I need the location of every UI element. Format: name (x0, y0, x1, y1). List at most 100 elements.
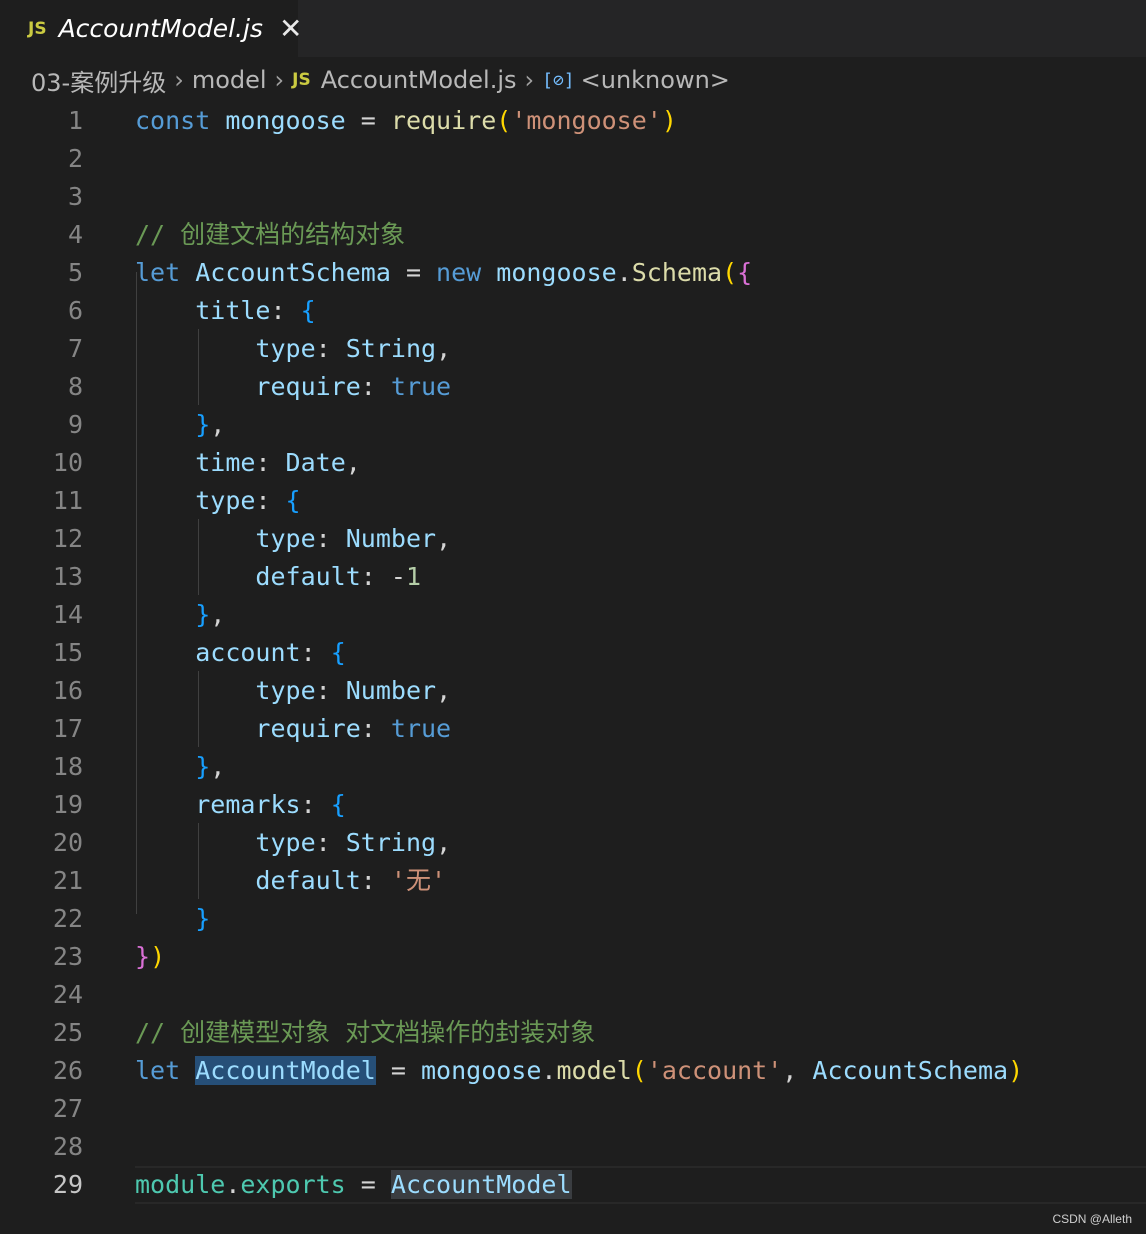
code-token: AccountSchema (812, 1056, 1009, 1085)
code-token: , (345, 448, 361, 477)
code-token: module (135, 1170, 226, 1199)
breadcrumb: 03-案例升级 › model › JS AccountModel.js › [… (0, 57, 1146, 103)
code-token: Number (345, 524, 437, 553)
code-line[interactable]: 29 module.exports = AccountModel (0, 1166, 1146, 1204)
code-token: = (345, 106, 391, 135)
code-line[interactable]: 3 (0, 178, 1146, 216)
line-number: 17 (52, 714, 83, 743)
tab-title: AccountModel.js (58, 14, 263, 43)
code-token: type (255, 828, 316, 857)
code-line[interactable]: 26 let AccountModel = mongoose.model('acc… (0, 1052, 1146, 1090)
code-text: account: { (135, 634, 346, 672)
tab-accountmodel[interactable]: JS AccountModel.js ✕ (0, 0, 302, 57)
code-token: } (135, 942, 151, 971)
code-line[interactable]: 19 remarks: { (0, 786, 1146, 824)
code-line[interactable]: 10 time: Date, (0, 444, 1146, 482)
code-line[interactable]: 8 require: true (0, 368, 1146, 406)
code-line[interactable]: 15 account: { (0, 634, 1146, 672)
code-line[interactable]: 2 (0, 140, 1146, 178)
line-number: 9 (67, 410, 83, 439)
chevron-right-icon: › (274, 66, 285, 94)
code-line[interactable]: 6 title: { (0, 292, 1146, 330)
code-token: { (285, 486, 301, 515)
code-token: new (436, 258, 482, 287)
code-token: : (315, 676, 346, 705)
code-token: default (255, 866, 361, 895)
code-line[interactable]: 24 (0, 976, 1146, 1014)
code-line[interactable]: 5 let AccountSchema = new mongoose.Schema… (0, 254, 1146, 292)
code-token: ( (496, 106, 512, 135)
close-icon[interactable]: ✕ (279, 14, 302, 43)
code-text: // 创建模型对象 对文档操作的封装对象 (135, 1014, 595, 1052)
code-line[interactable]: 27 (0, 1090, 1146, 1128)
code-line[interactable]: 21 default: '无' (0, 862, 1146, 900)
code-line[interactable]: 14 }, (0, 596, 1146, 634)
code-token: true (390, 714, 452, 743)
code-token: : (270, 296, 301, 325)
code-line[interactable]: 1 const mongoose = require('mongoose') (0, 102, 1146, 140)
code-text: type: String, (135, 330, 451, 368)
code-token: ( (722, 258, 738, 287)
chevron-right-icon: › (524, 66, 535, 94)
code-line[interactable]: 7 type: String, (0, 330, 1146, 368)
line-number: 27 (52, 1094, 83, 1123)
line-number: 5 (67, 258, 83, 287)
code-token: = (375, 1056, 421, 1085)
code-token: time (195, 448, 256, 477)
code-line[interactable]: 16 type: Number, (0, 672, 1146, 710)
code-text: }, (135, 596, 225, 634)
code-line[interactable]: 18 }, (0, 748, 1146, 786)
code-text: // 创建文档的结构对象 (135, 216, 405, 254)
code-token: . (541, 1056, 557, 1085)
code-token: : (300, 638, 331, 667)
code-token: AccountSchema (195, 258, 391, 287)
code-line[interactable]: 22 } (0, 900, 1146, 938)
line-number: 16 (52, 676, 83, 705)
code-token: const (135, 106, 211, 135)
code-token: true (390, 372, 452, 401)
code-token: default (255, 562, 361, 591)
chevron-right-icon: › (174, 66, 184, 94)
line-number: 29 (52, 1170, 83, 1199)
javascript-file-icon: JS (292, 70, 311, 90)
code-token: require (255, 714, 361, 743)
code-line[interactable]: 23}) (0, 938, 1146, 976)
tab-bar: JS AccountModel.js ✕ (0, 0, 1146, 57)
code-line[interactable]: 25 // 创建模型对象 对文档操作的封装对象 (0, 1014, 1146, 1052)
code-token: } (195, 600, 211, 629)
code-line[interactable]: 13 default: -1 (0, 558, 1146, 596)
code-line[interactable]: 4 // 创建文档的结构对象 (0, 216, 1146, 254)
breadcrumb-symbol[interactable]: <unknown> (581, 66, 730, 94)
code-line[interactable]: 20 type: String, (0, 824, 1146, 862)
code-token: . (616, 258, 632, 287)
code-editor[interactable]: 1 const mongoose = require('mongoose') 2 3 4… (0, 101, 1146, 1234)
code-line[interactable]: 11 type: { (0, 482, 1146, 520)
line-number: 21 (52, 866, 83, 895)
code-line[interactable]: 17 require: true (0, 710, 1146, 748)
code-text: let AccountModel = mongoose.model('accou… (135, 1052, 1023, 1090)
code-text: type: Number, (135, 672, 451, 710)
line-number: 10 (52, 448, 83, 477)
breadcrumb-model[interactable]: model (192, 66, 267, 94)
breadcrumb-folder[interactable]: 03-案例升级 (31, 63, 166, 98)
code-token: ) (661, 106, 677, 135)
breadcrumb-file[interactable]: AccountModel.js (321, 66, 517, 94)
code-line[interactable]: 28 (0, 1128, 1146, 1166)
code-token: , (436, 334, 452, 363)
code-token: AccountModel (390, 1170, 572, 1199)
code-token: = (345, 1170, 391, 1199)
line-number: 1 (67, 106, 83, 135)
code-text: time: Date, (135, 444, 361, 482)
code-token: , (210, 410, 226, 439)
code-text: default: -1 (135, 558, 421, 596)
code-line[interactable]: 12 type: Number, (0, 520, 1146, 558)
code-line[interactable]: 9 }, (0, 406, 1146, 444)
